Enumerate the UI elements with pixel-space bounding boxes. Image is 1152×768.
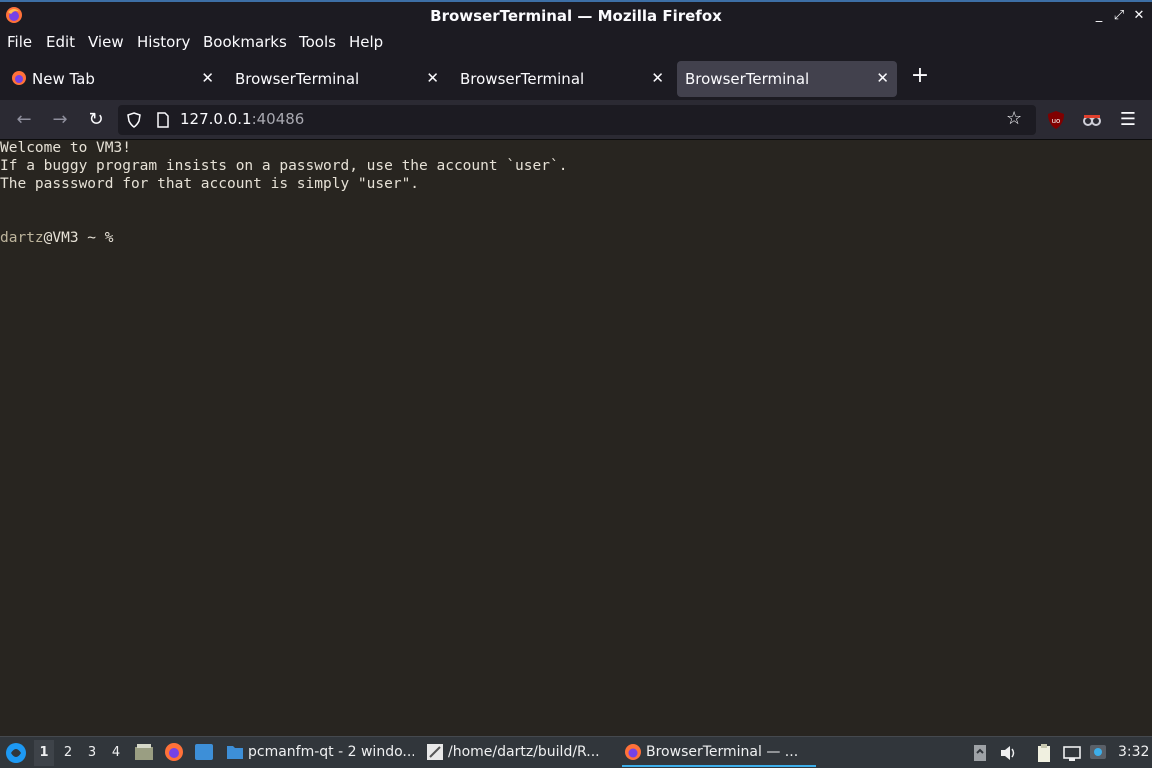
minimize-icon[interactable]: _ <box>1090 7 1108 25</box>
firefox-launcher-icon[interactable] <box>164 742 184 762</box>
workspace-2[interactable]: 2 <box>58 745 78 760</box>
maximize-icon[interactable]: ⤢ <box>1110 7 1128 25</box>
workspace-4[interactable]: 4 <box>106 745 126 760</box>
url-bar[interactable]: 127.0.0.1:40486 ☆ <box>118 105 1036 135</box>
svg-text:uo: uo <box>1052 117 1061 125</box>
tab-label: BrowserTerminal <box>460 70 585 88</box>
menu-bar: File Edit View History Bookmarks Tools H… <box>0 30 1152 56</box>
forward-arrow-icon[interactable]: → <box>48 108 72 132</box>
tab-browserterminal-1[interactable]: BrowserTerminal ✕ <box>227 61 447 97</box>
tab-new-tab[interactable]: New Tab ✕ <box>2 61 222 97</box>
task-pcmanfm[interactable]: pcmanfm-qt - 2 windo... <box>224 739 414 767</box>
menu-edit[interactable]: Edit <box>46 33 75 51</box>
page-icon <box>157 112 169 128</box>
tab-label: New Tab <box>32 70 95 88</box>
folder-icon <box>227 746 243 759</box>
notification-icon[interactable] <box>1088 743 1108 763</box>
task-text-editor[interactable]: /home/dartz/build/R... <box>424 739 612 767</box>
task-label: /home/dartz/build/R... <box>448 744 600 760</box>
menu-help[interactable]: Help <box>349 33 383 51</box>
tab-close-icon[interactable]: ✕ <box>201 69 214 87</box>
url-port: :40486 <box>251 110 305 128</box>
firefox-icon <box>12 71 26 85</box>
volume-icon[interactable] <box>998 743 1018 763</box>
new-tab-plus-icon[interactable]: + <box>910 63 930 88</box>
task-label: pcmanfm-qt - 2 windo... <box>248 744 414 760</box>
file-manager-launcher-icon[interactable] <box>134 742 154 762</box>
ublock-origin-icon[interactable]: uo <box>1046 110 1066 130</box>
clock[interactable]: 3:32 <box>1118 744 1149 760</box>
clipboard-icon[interactable] <box>1034 743 1054 763</box>
window-title-bar: BrowserTerminal — Mozilla Firefox _ ⤢ ✕ <box>0 0 1152 30</box>
task-label: BrowserTerminal — ... <box>646 744 799 760</box>
window-title: BrowserTerminal — Mozilla Firefox <box>430 7 722 25</box>
tab-label: BrowserTerminal <box>685 70 810 88</box>
url-host: 127.0.0.1 <box>180 110 252 128</box>
taskbar: 1 2 3 4 pcmanfm-qt - 2 windo... /home/da… <box>0 736 1152 768</box>
text-editor-icon <box>427 744 443 760</box>
desktop-icon[interactable] <box>194 743 214 761</box>
close-icon[interactable]: ✕ <box>1130 7 1148 25</box>
tray-archive-icon[interactable] <box>970 743 990 763</box>
network-icon[interactable] <box>1062 743 1082 763</box>
tab-browserterminal-active[interactable]: BrowserTerminal ✕ <box>677 61 897 97</box>
hamburger-menu-icon[interactable]: ☰ <box>1116 108 1140 132</box>
terminal-area[interactable]: Welcome to VM3! If a buggy program insis… <box>0 140 1152 736</box>
tab-close-icon[interactable]: ✕ <box>651 69 664 87</box>
url-text[interactable]: 127.0.0.1:40486 <box>180 110 304 128</box>
terminal-line: Welcome to VM3! <box>0 140 131 156</box>
reload-icon[interactable]: ↻ <box>84 108 108 132</box>
menu-file[interactable]: File <box>7 33 32 51</box>
terminal-line: If a buggy program insists on a password… <box>0 158 568 174</box>
start-menu-icon[interactable] <box>5 742 27 764</box>
menu-tools[interactable]: Tools <box>299 33 336 51</box>
menu-view[interactable]: View <box>88 33 124 51</box>
tab-label: BrowserTerminal <box>235 70 360 88</box>
navigation-bar: ← → ↻ 127.0.0.1:40486 ☆ uo ☰ <box>0 100 1152 140</box>
back-arrow-icon[interactable]: ← <box>12 108 36 132</box>
firefox-icon <box>625 744 641 760</box>
terminal-prompt: dartz@VM3 ~ % <box>0 230 114 246</box>
menu-bookmarks[interactable]: Bookmarks <box>203 33 287 51</box>
workspace-1[interactable]: 1 <box>34 740 54 766</box>
menu-history[interactable]: History <box>137 33 190 51</box>
task-browserterminal[interactable]: BrowserTerminal — ... <box>622 739 816 767</box>
prompt-user: dartz <box>0 230 44 246</box>
tab-strip: New Tab ✕ BrowserTerminal ✕ BrowserTermi… <box>0 56 1152 100</box>
terminal-line: The passsword for that account is simply… <box>0 176 420 192</box>
prompt-host: @VM3 ~ % <box>43 230 114 246</box>
shield-icon[interactable] <box>126 112 142 128</box>
tab-close-icon[interactable]: ✕ <box>876 69 889 87</box>
tab-close-icon[interactable]: ✕ <box>426 69 439 87</box>
privacy-extension-icon[interactable] <box>1082 110 1102 130</box>
tab-browserterminal-2[interactable]: BrowserTerminal ✕ <box>452 61 672 97</box>
workspace-3[interactable]: 3 <box>82 745 102 760</box>
bookmark-star-icon[interactable]: ☆ <box>1006 108 1022 129</box>
